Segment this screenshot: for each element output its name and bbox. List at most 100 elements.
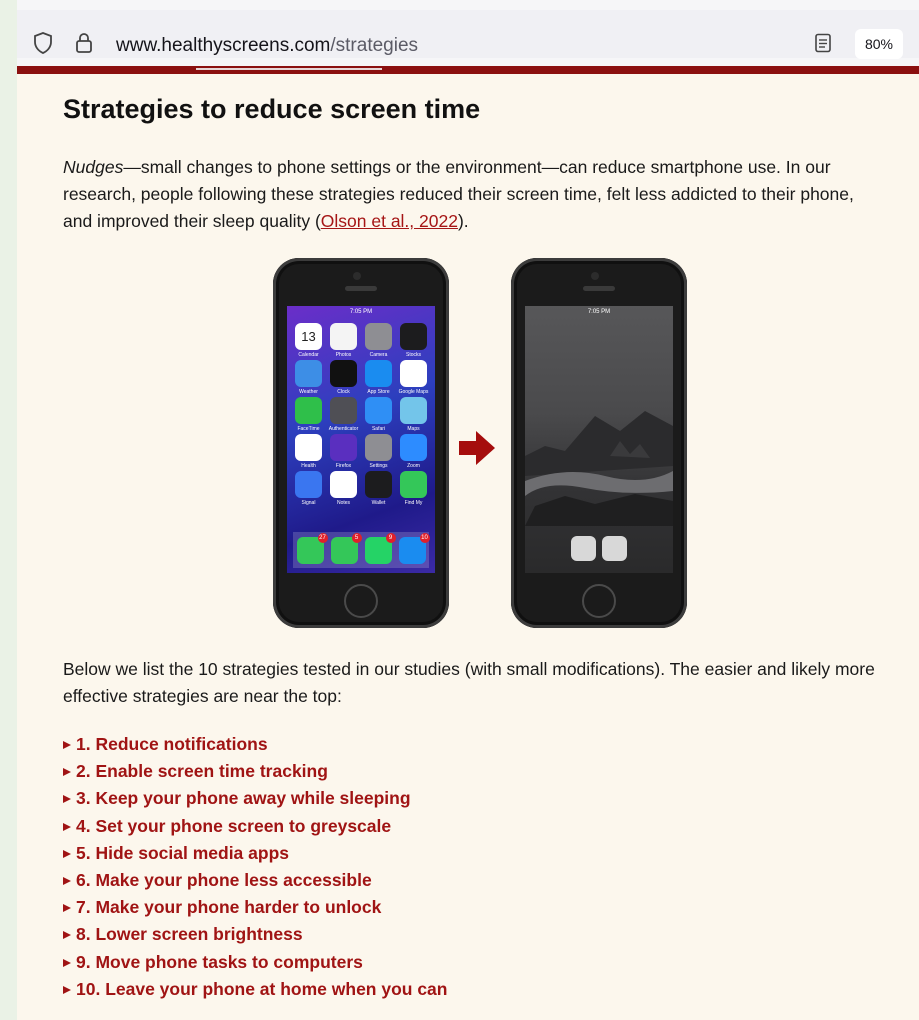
phone-camera bbox=[591, 272, 599, 280]
messages-icon bbox=[571, 536, 596, 561]
url-path: /strategies bbox=[330, 35, 419, 56]
strategy-item[interactable]: 3. Keep your phone away while sleeping bbox=[63, 788, 447, 815]
app-icon: Authenticator bbox=[329, 397, 358, 432]
notification-badge: 10 bbox=[419, 532, 430, 543]
tracking-protection-icon[interactable] bbox=[33, 32, 53, 59]
app-label: Find My bbox=[404, 500, 423, 506]
app-label: Notes bbox=[336, 500, 351, 506]
strategy-label: 4. Set your phone screen to greyscale bbox=[76, 815, 392, 836]
app-label: Weather bbox=[299, 389, 318, 395]
app-icon: Maps bbox=[400, 397, 427, 432]
app-label: Google Maps bbox=[398, 389, 429, 395]
home-button bbox=[344, 584, 378, 618]
strategy-item[interactable]: 8. Lower screen brightness bbox=[63, 924, 447, 951]
app-label: Photos bbox=[335, 352, 352, 358]
app-dock: 27 5 9 10 bbox=[293, 532, 430, 568]
strategy-label: 7. Make your phone harder to unlock bbox=[76, 897, 382, 918]
expand-triangle-icon bbox=[63, 741, 71, 749]
app-icon: Wallet bbox=[365, 471, 392, 506]
phone-icon bbox=[602, 536, 627, 561]
url-domain: www.healthyscreens.com bbox=[116, 35, 331, 56]
expand-triangle-icon bbox=[63, 958, 71, 967]
dock-app-icon: 9 bbox=[364, 532, 396, 564]
expand-triangle-icon bbox=[63, 795, 71, 804]
arrow-right-icon bbox=[459, 431, 495, 465]
notification-badge: 9 bbox=[385, 532, 396, 543]
zoom-level-button[interactable]: 80% bbox=[855, 29, 903, 59]
app-label: Health bbox=[301, 463, 316, 469]
app-icon: Health bbox=[295, 434, 322, 469]
status-time: 7:05 PM bbox=[587, 309, 611, 315]
app-icon: Clock bbox=[330, 360, 357, 395]
home-button bbox=[582, 584, 616, 618]
expand-triangle-icon bbox=[63, 985, 71, 994]
strategy-item[interactable]: 4. Set your phone screen to greyscale bbox=[63, 816, 447, 843]
reader-view-icon[interactable] bbox=[814, 33, 832, 58]
app-label: Stocks bbox=[405, 352, 421, 358]
nav-tab-indicator bbox=[196, 68, 382, 70]
strategy-list: 1. Reduce notifications 2. Enable screen … bbox=[63, 734, 447, 1006]
status-time: 7:05 PM bbox=[349, 309, 373, 315]
strategy-item[interactable]: 1. Reduce notifications bbox=[63, 734, 447, 761]
notification-badge: 27 bbox=[317, 532, 328, 543]
strategy-item[interactable]: 5. Hide social media apps bbox=[63, 843, 447, 870]
app-label: Settings bbox=[369, 463, 388, 469]
app-icon: Notes bbox=[330, 471, 357, 506]
strategy-label: 6. Make your phone less accessible bbox=[76, 869, 372, 890]
strategy-label: 9. Move phone tasks to computers bbox=[76, 951, 363, 972]
app-icon: 13 Calendar bbox=[295, 323, 322, 358]
site-header-bar bbox=[17, 66, 919, 74]
app-label: Calendar bbox=[298, 352, 319, 358]
app-label: Clock bbox=[337, 389, 350, 395]
app-icon: Signal bbox=[295, 471, 322, 506]
url-text[interactable]: www.healthyscreens.com/strategies bbox=[116, 35, 418, 57]
dock-app-icon: 5 bbox=[330, 532, 362, 564]
app-icon: Google Maps bbox=[399, 360, 428, 395]
app-icon: FaceTime bbox=[295, 397, 322, 432]
calendar-date: 13 bbox=[301, 329, 316, 344]
app-icon: Camera bbox=[365, 323, 392, 358]
app-icon: Firefox bbox=[330, 434, 357, 469]
app-icon: Safari bbox=[365, 397, 392, 432]
app-icon: Settings bbox=[365, 434, 392, 469]
citation-link[interactable]: Olson et al., 2022 bbox=[321, 211, 458, 231]
strategy-item[interactable]: 6. Make your phone less accessible bbox=[63, 870, 447, 897]
expand-triangle-icon bbox=[63, 931, 71, 940]
strategy-item[interactable]: 2. Enable screen time tracking bbox=[63, 761, 447, 788]
intro-emphasis: Nudges bbox=[63, 157, 124, 177]
expand-triangle-icon bbox=[63, 768, 71, 777]
app-label: Firefox bbox=[335, 463, 352, 469]
strategy-item[interactable]: 9. Move phone tasks to computers bbox=[63, 952, 447, 979]
expand-triangle-icon bbox=[63, 849, 71, 858]
phone-speaker bbox=[345, 286, 377, 291]
colorful-home-screen: 7:05 PM 13 Calendar Photos Camera Stocks Weat… bbox=[287, 306, 435, 573]
app-icon: Find My bbox=[400, 471, 427, 506]
phone-after-image: 7:05 PM bbox=[511, 258, 687, 628]
strategies-intro: Below we list the 10 strategies tested i… bbox=[63, 659, 875, 706]
greyscale-home-screen: 7:05 PM bbox=[525, 306, 673, 573]
strategy-label: 3. Keep your phone away while sleeping bbox=[76, 788, 411, 809]
address-field[interactable]: www.healthyscreens.com/strategies 80% bbox=[17, 10, 919, 59]
app-label: Maps bbox=[407, 426, 420, 432]
app-label: Safari bbox=[371, 426, 386, 432]
browser-url-bar: www.healthyscreens.com/strategies 80% bbox=[17, 0, 919, 66]
strategy-label: 1. Reduce notifications bbox=[76, 734, 268, 754]
expand-triangle-icon bbox=[63, 904, 71, 913]
app-icon: Photos bbox=[330, 323, 357, 358]
strategy-label: 5. Hide social media apps bbox=[76, 842, 289, 863]
lock-icon[interactable] bbox=[75, 32, 93, 59]
strategy-item[interactable]: 7. Make your phone harder to unlock bbox=[63, 897, 447, 924]
strategy-item[interactable]: 10. Leave your phone at home when you ca… bbox=[63, 979, 447, 1006]
app-label: Camera bbox=[369, 352, 388, 358]
app-label: Zoom bbox=[407, 463, 420, 469]
app-label: App Store bbox=[367, 389, 390, 395]
strategy-label: 2. Enable screen time tracking bbox=[76, 761, 328, 782]
dock-app-icon: 10 bbox=[398, 532, 430, 564]
app-label: Signal bbox=[301, 500, 316, 506]
page-title: Strategies to reduce screen time bbox=[63, 94, 481, 124]
landscape-wallpaper bbox=[525, 411, 673, 526]
dock-app-icon: 27 bbox=[296, 532, 328, 564]
intro-paragraph: Nudges—small changes to phone settings o… bbox=[63, 154, 883, 235]
greyscale-dock bbox=[571, 536, 627, 561]
app-icon: Weather bbox=[295, 360, 322, 395]
